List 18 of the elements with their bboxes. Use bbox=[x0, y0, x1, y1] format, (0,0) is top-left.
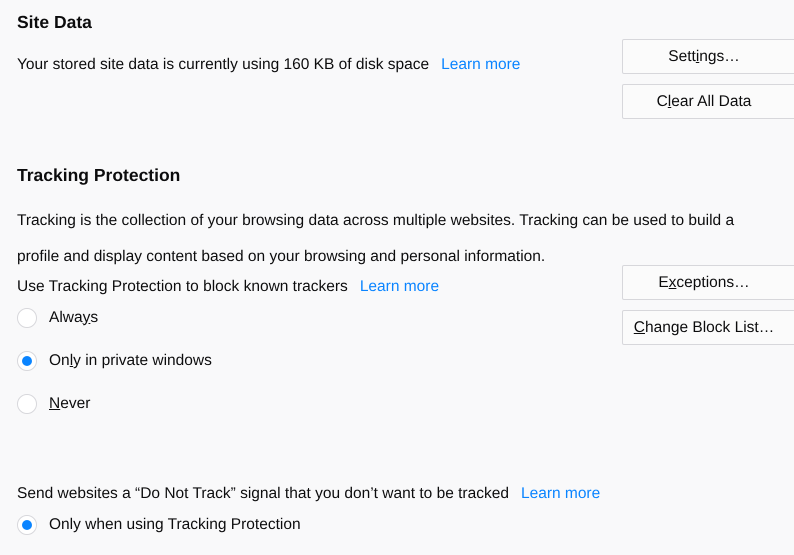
do-not-track-text: Send websites a “Do Not Track” signal that you don’t want to be tracked bbox=[17, 485, 509, 503]
description-text: Tracking is the collection of your browsing data across multiple websites. Tracking can be used to build a profile and display content based on your browsing and personal information. bbox=[17, 211, 736, 267]
action-button[interactable]: Change Block List… bbox=[622, 310, 794, 345]
radio-button[interactable] bbox=[17, 308, 37, 328]
action-button[interactable]: Clear All Data bbox=[622, 84, 794, 119]
radio-label[interactable]: Only when using Tracking Protection bbox=[49, 516, 301, 534]
section-heading: Site Data bbox=[17, 12, 93, 34]
radio-label[interactable]: Only in private windows bbox=[49, 352, 212, 370]
radio-button[interactable] bbox=[17, 350, 37, 370]
radio-label[interactable]: Never bbox=[49, 394, 90, 412]
radio-button[interactable] bbox=[17, 394, 37, 414]
section-heading: Tracking Protection bbox=[17, 165, 182, 187]
tracking-text: Use Tracking Protection to block known trackers bbox=[17, 278, 348, 296]
usage-text: Your stored site data is currently using 160 KB of disk space bbox=[17, 56, 430, 74]
radio-label[interactable]: Always bbox=[49, 308, 98, 326]
action-button[interactable]: Exceptions… bbox=[622, 265, 794, 300]
radio-button[interactable] bbox=[17, 514, 37, 534]
action-button[interactable]: Settings… bbox=[622, 39, 794, 74]
